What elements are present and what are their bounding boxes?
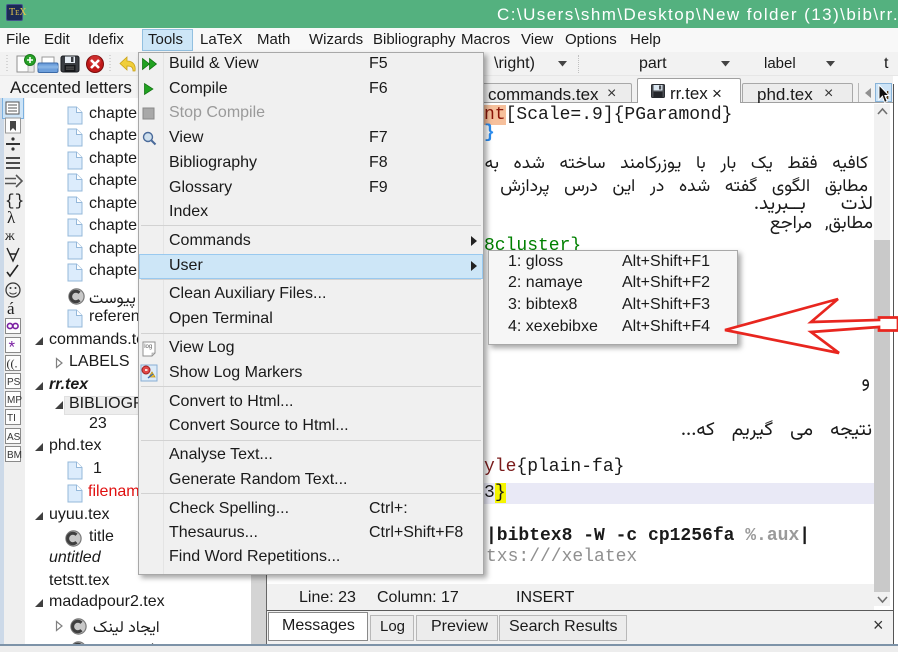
svg-text:*: * bbox=[9, 338, 16, 357]
svg-text:AS: AS bbox=[7, 432, 21, 443]
svg-text:BM: BM bbox=[7, 450, 22, 461]
svg-text:ж: ж bbox=[4, 229, 15, 244]
svg-text:log: log bbox=[144, 344, 152, 350]
svg-text:λ: λ bbox=[7, 208, 16, 227]
svg-text:TI: TI bbox=[7, 413, 16, 424]
svg-text:PS: PS bbox=[7, 377, 21, 388]
svg-text:((.: ((. bbox=[7, 357, 18, 371]
svg-text:á: á bbox=[7, 299, 15, 318]
svg-text:MP: MP bbox=[7, 395, 22, 406]
